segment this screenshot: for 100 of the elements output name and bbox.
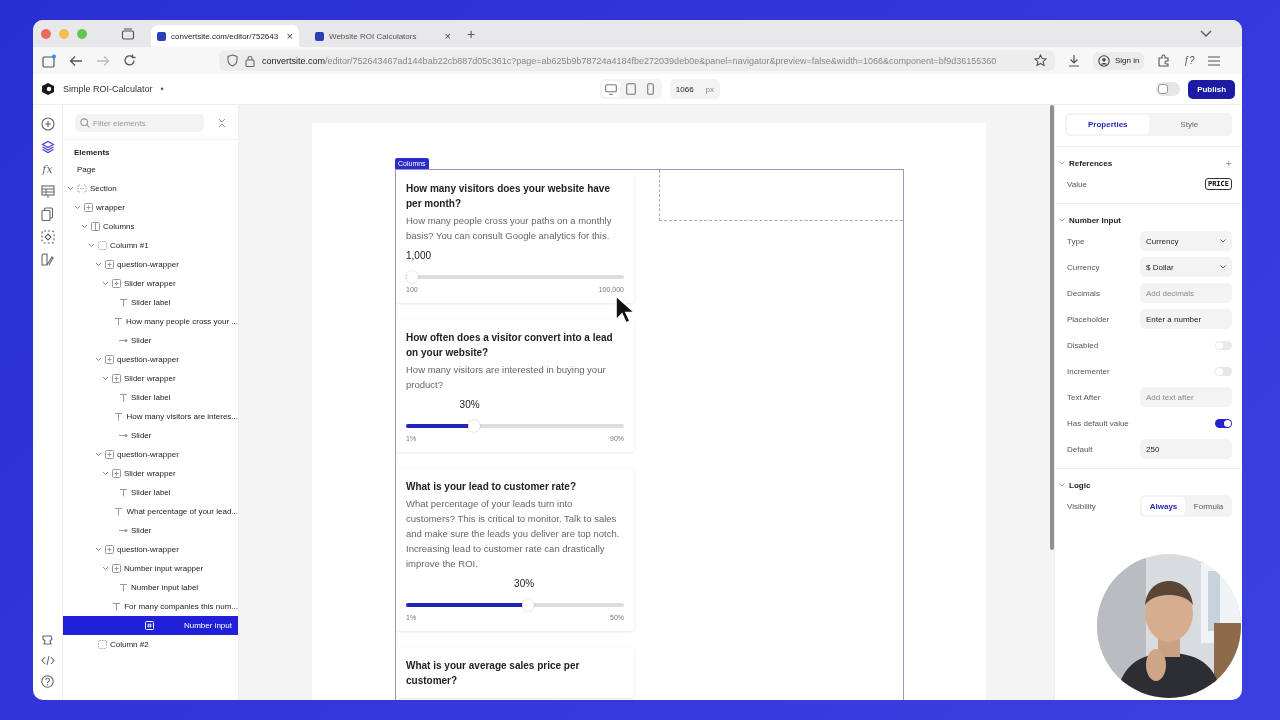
chevron-icon[interactable] — [1059, 161, 1065, 165]
chevron-icon[interactable] — [1059, 483, 1065, 487]
chevron-icon[interactable] — [67, 186, 74, 191]
layers-icon[interactable] — [40, 140, 55, 154]
width-field[interactable]: 1066 px — [669, 79, 721, 99]
select-field[interactable]: Currency — [1140, 231, 1232, 251]
container-icon — [105, 260, 114, 269]
tree-item[interactable]: Slider — [63, 521, 238, 540]
toggle-switch[interactable] — [1215, 418, 1232, 428]
reload-icon[interactable] — [123, 54, 136, 67]
star-icon[interactable] — [1034, 54, 1047, 67]
project-title: Simple ROI-Calculator — [63, 84, 153, 94]
close-tab-button[interactable]: × — [286, 30, 293, 42]
tree-item[interactable]: Slider label — [63, 293, 238, 312]
tree-item[interactable]: Slider label — [63, 483, 238, 502]
segment-option[interactable]: Always — [1142, 497, 1185, 515]
section-title[interactable]: References — [1069, 158, 1113, 168]
slider-thumb[interactable] — [467, 420, 480, 432]
input-field[interactable]: Add decimals — [1140, 283, 1232, 303]
tree-item[interactable]: Slider wrapper — [63, 464, 238, 483]
menu-icon[interactable] — [1207, 55, 1220, 66]
select-field[interactable]: $ Dollar — [1140, 257, 1232, 277]
preview-toggle[interactable] — [1156, 82, 1181, 96]
slider-thumb[interactable] — [406, 271, 418, 283]
chevron-icon[interactable] — [102, 376, 109, 381]
tree-item[interactable]: Page — [63, 160, 238, 179]
chevron-down-icon[interactable] — [1200, 29, 1212, 38]
add-icon[interactable] — [40, 117, 55, 131]
back-icon[interactable] — [69, 54, 83, 67]
field-label: Default — [1067, 444, 1093, 454]
tree-item[interactable]: Slider — [63, 426, 238, 445]
close-tab-button[interactable]: × — [444, 30, 451, 42]
tree-item[interactable]: How many people cross your ... — [63, 312, 238, 331]
functions-button[interactable]: fx — [42, 163, 53, 176]
filter-field[interactable]: Filter elements — [75, 114, 205, 132]
tree-item[interactable]: Slider label — [63, 388, 238, 407]
chevron-icon[interactable] — [74, 205, 81, 210]
browser-tab[interactable]: convertsite.com/editor/752643 × — [151, 25, 299, 47]
download-icon[interactable] — [1068, 54, 1080, 67]
input-field[interactable]: Enter a number — [1140, 309, 1232, 329]
desktop-view-button[interactable] — [601, 81, 620, 97]
puzzle-icon[interactable] — [1157, 54, 1171, 67]
tree-item[interactable]: How many visitors are interes... — [63, 407, 238, 426]
tree-item[interactable]: Number input wrapper — [63, 559, 238, 578]
tree-item[interactable]: question-wrapper — [63, 350, 238, 369]
app-logo-icon[interactable] — [41, 82, 55, 96]
input-field[interactable]: 250 — [1140, 439, 1232, 459]
panel-tab[interactable]: Style — [1148, 115, 1230, 134]
segment-option[interactable]: Formula — [1187, 497, 1230, 515]
section-title[interactable]: Logic — [1069, 480, 1091, 490]
tree-item[interactable]: question-wrapper — [63, 255, 238, 274]
collapse-icon[interactable] — [218, 118, 226, 128]
browser-tab[interactable]: Website ROI Calculators × — [309, 25, 457, 47]
tree-item[interactable]: What percentage of your lead... — [63, 502, 238, 521]
plugin-icon[interactable] — [41, 633, 54, 646]
chevron-icon[interactable] — [95, 357, 102, 362]
tree-item[interactable]: Number input label — [63, 578, 238, 597]
address-bar[interactable]: convertsite.com/editor/752643467ad144bab22cb887d05c361c?page=ab625b9b78724a4184fbe272039deb0e&panel=navigator&preview=false&width=1066&component=bf9d36155360 — [219, 50, 1055, 71]
zoom-light[interactable] — [77, 28, 87, 39]
tree-item[interactable]: question-wrapper — [63, 540, 238, 559]
help-icon[interactable] — [41, 675, 54, 688]
chevron-icon[interactable] — [1059, 218, 1065, 222]
slider-thumb[interactable] — [522, 599, 535, 611]
tree-item[interactable]: Number input — [63, 616, 238, 635]
pages-icon[interactable] — [41, 207, 54, 221]
sign-in-button[interactable]: Sign in — [1093, 51, 1145, 70]
tree-item[interactable]: Column #2 — [63, 635, 238, 654]
tree-item[interactable]: Slider wrapper — [63, 369, 238, 388]
chevron-icon[interactable] — [95, 262, 102, 267]
code-icon[interactable] — [40, 655, 55, 666]
component-icon[interactable] — [40, 230, 55, 244]
field-label: Currency — [1067, 262, 1100, 272]
field-label: Text After — [1067, 392, 1101, 402]
panel-tab[interactable]: Properties — [1067, 115, 1149, 134]
table-icon[interactable] — [40, 185, 55, 198]
tree-item[interactable]: Slider wrapper — [63, 274, 238, 293]
publish-button[interactable]: Publish — [1188, 79, 1235, 99]
assets-icon[interactable] — [41, 253, 54, 266]
tree-item[interactable]: For many companies this num... — [63, 597, 238, 616]
input-field[interactable]: Add text after — [1140, 387, 1232, 407]
chevron-icon[interactable] — [102, 281, 109, 286]
tree-item[interactable]: Columns — [63, 217, 238, 236]
tree-item[interactable]: Section — [63, 179, 238, 198]
tree-item[interactable]: Column #1 — [63, 236, 238, 255]
tree-item[interactable]: wrapper — [63, 198, 238, 217]
sidebar-icon[interactable] — [42, 53, 56, 68]
container-icon — [105, 355, 114, 364]
tree-item[interactable]: question-wrapper — [63, 445, 238, 464]
chevron-icon[interactable] — [88, 243, 95, 248]
tree-item[interactable]: Slider — [63, 331, 238, 350]
new-tab-button[interactable]: + — [467, 25, 476, 42]
section-title[interactable]: Number Input — [1069, 215, 1121, 225]
chevron-icon[interactable] — [95, 452, 102, 457]
chevron-icon[interactable] — [95, 547, 102, 552]
chevron-icon[interactable] — [102, 471, 109, 476]
close-light[interactable] — [41, 28, 51, 39]
chevron-icon[interactable] — [81, 224, 88, 229]
tab-overview-icon[interactable] — [121, 27, 135, 40]
chevron-icon[interactable] — [102, 566, 109, 571]
extension-button[interactable]: ƒ? — [1183, 55, 1195, 66]
